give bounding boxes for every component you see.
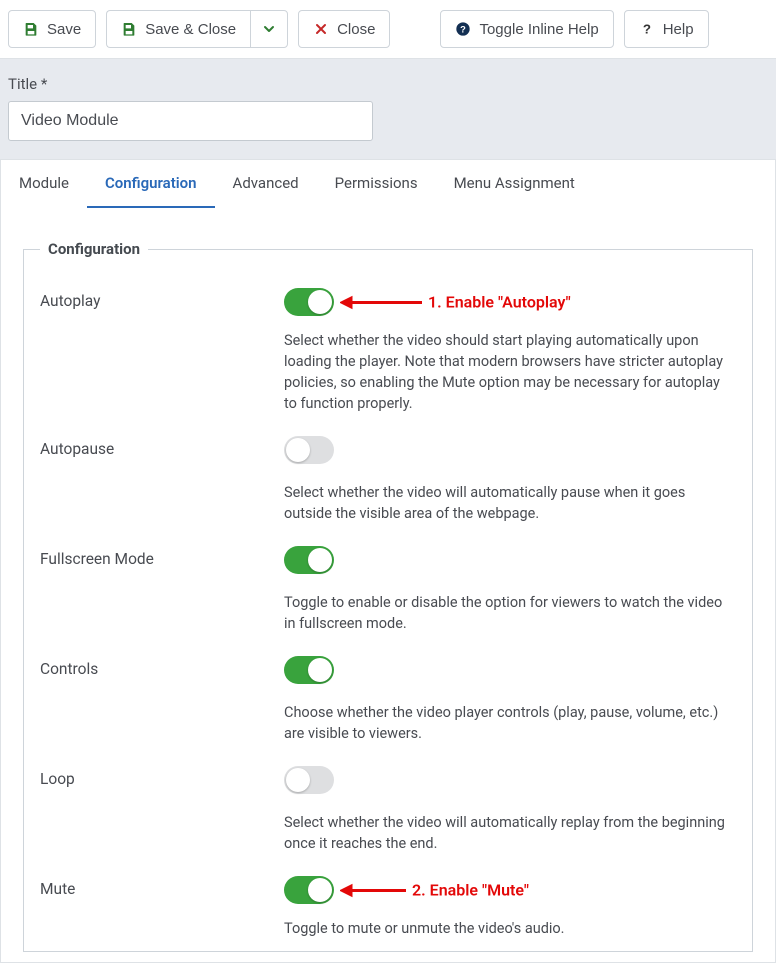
- option-autoplay-desc: Select whether the video should start pl…: [284, 330, 734, 414]
- annotation-mute-text: 2. Enable "Mute": [412, 881, 529, 900]
- option-autoplay: Autoplay 1. Enable "Autoplay" Select whe…: [40, 270, 736, 418]
- info-icon: ?: [455, 21, 471, 37]
- fullscreen-toggle[interactable]: [284, 546, 334, 574]
- svg-text:?: ?: [643, 22, 651, 37]
- save-button[interactable]: Save: [8, 10, 96, 48]
- tabs: Module Configuration Advanced Permission…: [0, 159, 776, 208]
- option-mute: Mute 2. Enable "Mute" Toggle to mute or …: [40, 858, 736, 943]
- title-area: Title *: [0, 58, 776, 159]
- tab-module[interactable]: Module: [1, 160, 87, 208]
- option-controls-desc: Choose whether the video player controls…: [284, 702, 734, 744]
- title-label: Title *: [8, 75, 768, 93]
- annotation-autoplay-text: 1. Enable "Autoplay": [428, 293, 571, 312]
- option-loop-label: Loop: [40, 766, 284, 788]
- save-label: Save: [47, 21, 81, 38]
- tab-advanced[interactable]: Advanced: [215, 160, 317, 208]
- help-button[interactable]: ? Help: [624, 10, 709, 48]
- fieldset-legend: Configuration: [40, 240, 148, 258]
- save-icon: [121, 21, 137, 37]
- option-autoplay-label: Autoplay: [40, 288, 284, 310]
- mute-toggle[interactable]: [284, 876, 334, 904]
- chevron-down-icon: [261, 21, 277, 37]
- save-close-dropdown[interactable]: [250, 10, 288, 48]
- autopause-toggle[interactable]: [284, 436, 334, 464]
- config-fieldset: Configuration Autoplay 1. Enable "Autopl…: [23, 240, 753, 952]
- controls-toggle[interactable]: [284, 656, 334, 684]
- option-controls: Controls Choose whether the video player…: [40, 638, 736, 748]
- annotation-mute: 2. Enable "Mute": [340, 881, 529, 900]
- close-label: Close: [337, 21, 375, 38]
- option-fullscreen: Fullscreen Mode Toggle to enable or disa…: [40, 528, 736, 638]
- save-icon: [23, 21, 39, 37]
- annotation-autoplay: 1. Enable "Autoplay": [340, 293, 571, 312]
- option-autopause-desc: Select whether the video will automatica…: [284, 482, 734, 524]
- option-autopause: Autopause Select whether the video will …: [40, 418, 736, 528]
- tab-permissions[interactable]: Permissions: [317, 160, 436, 208]
- toggle-inline-help-label: Toggle Inline Help: [479, 21, 598, 38]
- svg-text:?: ?: [461, 24, 467, 34]
- autoplay-toggle[interactable]: [284, 288, 334, 316]
- option-loop: Loop Select whether the video will autom…: [40, 748, 736, 858]
- save-close-button[interactable]: Save & Close: [106, 10, 250, 48]
- option-mute-desc: Toggle to mute or unmute the video's aud…: [284, 918, 734, 939]
- option-mute-label: Mute: [40, 876, 284, 898]
- option-fullscreen-desc: Toggle to enable or disable the option f…: [284, 592, 734, 634]
- option-autopause-label: Autopause: [40, 436, 284, 458]
- title-input[interactable]: [8, 101, 373, 141]
- tab-configuration[interactable]: Configuration: [87, 160, 215, 208]
- config-panel: Configuration Autoplay 1. Enable "Autopl…: [0, 208, 776, 963]
- toolbar: Save Save & Close Close ? Toggle Inline …: [0, 0, 776, 58]
- option-loop-desc: Select whether the video will automatica…: [284, 812, 734, 854]
- save-close-group: Save & Close: [106, 10, 288, 48]
- option-fullscreen-label: Fullscreen Mode: [40, 546, 284, 568]
- option-controls-label: Controls: [40, 656, 284, 678]
- help-label: Help: [663, 21, 694, 38]
- toggle-inline-help-button[interactable]: ? Toggle Inline Help: [440, 10, 613, 48]
- loop-toggle[interactable]: [284, 766, 334, 794]
- tab-menu-assignment[interactable]: Menu Assignment: [436, 160, 593, 208]
- close-icon: [313, 21, 329, 37]
- save-close-label: Save & Close: [145, 21, 236, 38]
- close-button[interactable]: Close: [298, 10, 390, 48]
- question-icon: ?: [639, 21, 655, 37]
